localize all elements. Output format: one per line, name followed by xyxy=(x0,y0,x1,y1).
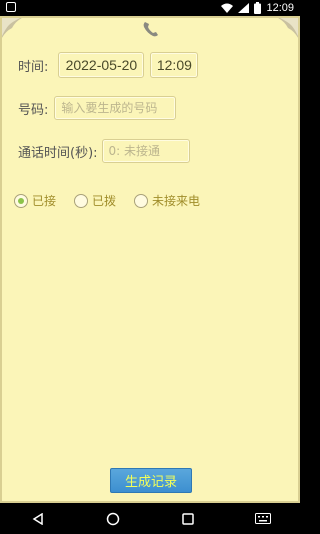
time-field[interactable]: 12:09 xyxy=(150,52,199,78)
home-icon xyxy=(106,512,119,525)
navigation-bar xyxy=(0,503,300,534)
generate-record-button[interactable]: 生成记录 xyxy=(110,468,192,493)
time-label: 时间: xyxy=(18,59,49,75)
radio-unchecked-icon xyxy=(74,193,89,208)
status-icons: 12:09 xyxy=(221,1,294,15)
time-row: 时间: 2022-05-20 12:09 xyxy=(18,52,199,78)
date-field[interactable]: 2022-05-20 xyxy=(58,52,145,78)
recents-button[interactable] xyxy=(168,503,208,534)
phone-icon xyxy=(143,22,158,37)
radio-dialed-label: 已拨 xyxy=(92,194,117,208)
duration-label: 通话时间(秒): xyxy=(18,145,98,161)
home-button[interactable] xyxy=(93,503,133,534)
wifi-icon xyxy=(221,3,234,13)
battery-icon xyxy=(254,2,262,14)
radio-checked-icon xyxy=(14,193,28,208)
keyboard-button[interactable] xyxy=(243,503,283,534)
signal-icon xyxy=(238,3,250,13)
back-icon xyxy=(32,512,43,525)
radio-dialed[interactable]: 已拨 xyxy=(74,192,116,209)
duration-input[interactable] xyxy=(102,144,189,158)
status-time: 12:09 xyxy=(266,2,294,14)
back-button[interactable] xyxy=(18,503,58,534)
number-input[interactable] xyxy=(55,101,176,115)
keyboard-icon xyxy=(254,513,271,524)
duration-field-box xyxy=(101,139,190,163)
radio-missed-label: 未接来电 xyxy=(152,194,201,208)
radio-missed[interactable]: 未接来电 xyxy=(134,192,200,209)
radio-received-label: 已接 xyxy=(32,194,57,208)
number-field-box xyxy=(54,96,177,120)
call-record-form: 时间: 2022-05-20 12:09 号码: 通话时间(秒): 已接 已拨 … xyxy=(0,16,300,503)
duration-row: 通话时间(秒): xyxy=(18,139,190,163)
number-row: 号码: xyxy=(18,96,177,120)
corner-ornament-icon xyxy=(278,18,298,38)
radio-received[interactable]: 已接 xyxy=(14,192,56,209)
number-label: 号码: xyxy=(18,102,49,118)
call-type-radio-group: 已接 已拨 未接来电 xyxy=(14,192,218,209)
recents-icon xyxy=(181,512,194,525)
radio-unchecked-icon xyxy=(134,193,149,208)
corner-ornament-icon xyxy=(2,18,22,38)
notification-icon xyxy=(6,2,16,12)
status-bar: 12:09 xyxy=(0,0,300,16)
